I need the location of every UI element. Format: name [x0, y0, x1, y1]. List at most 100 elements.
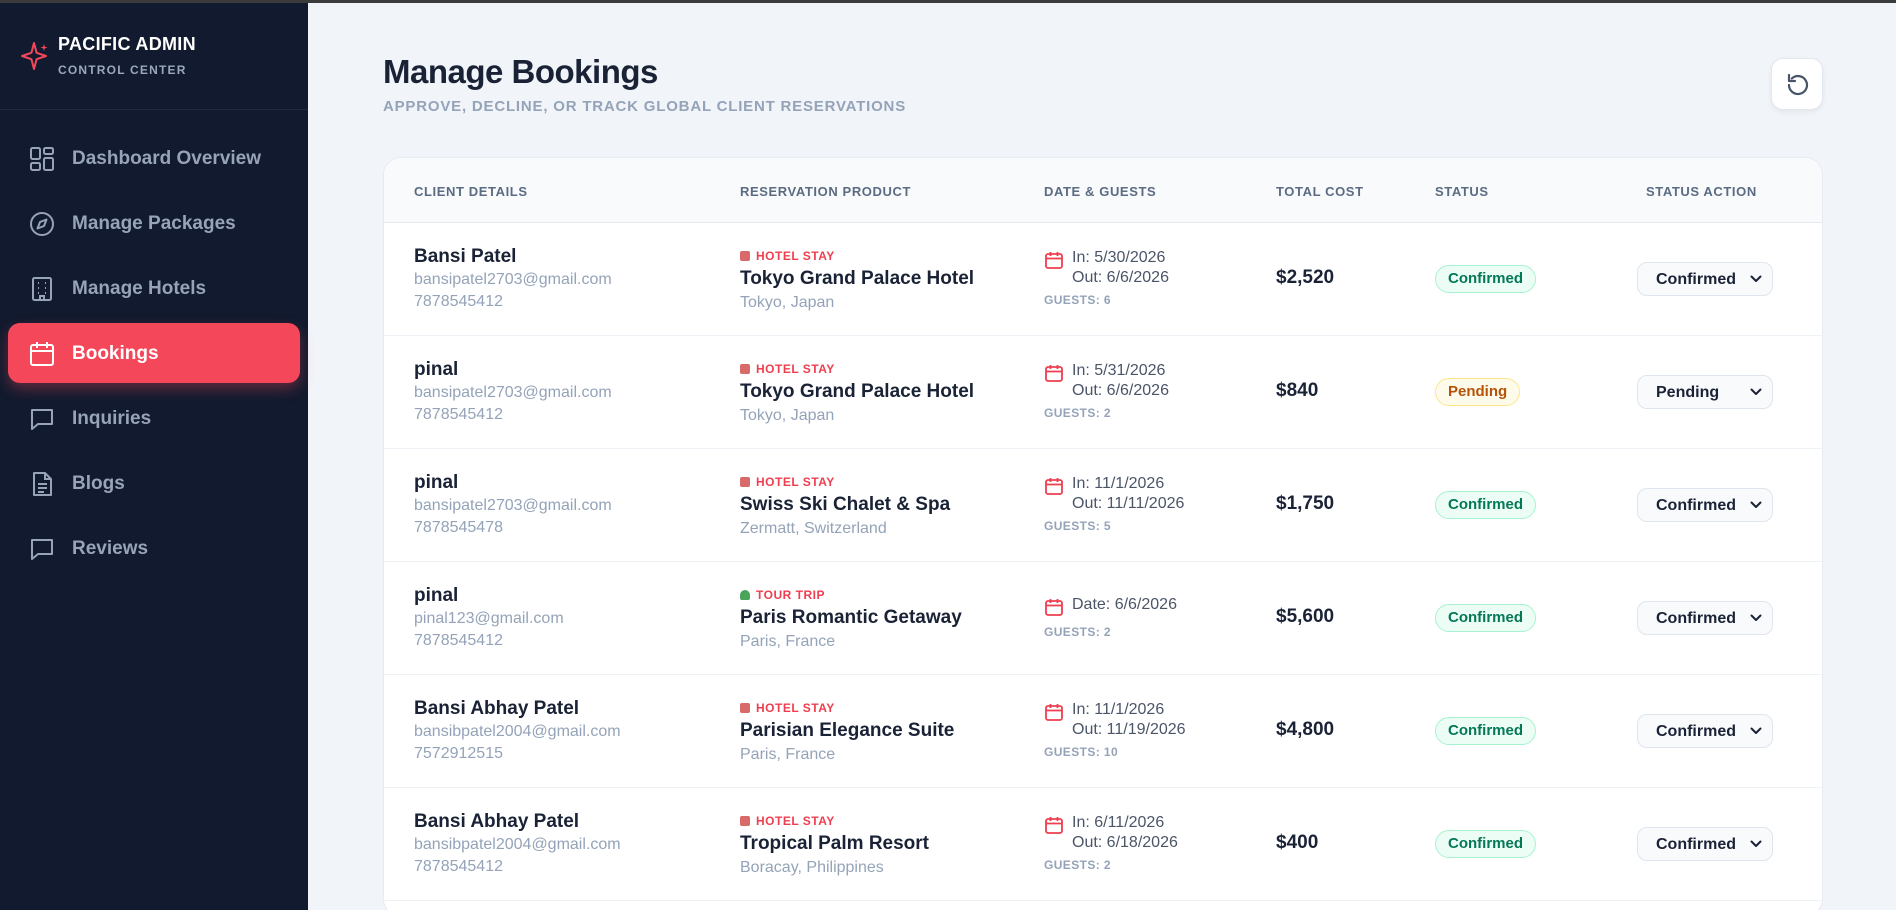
product-type-label: HOTEL STAY — [756, 701, 835, 715]
calendar-icon — [1044, 476, 1064, 496]
sparkle-icon — [21, 42, 48, 70]
building-icon — [32, 277, 52, 301]
dashboard-grid-icon — [30, 147, 54, 171]
product-type-label: HOTEL STAY — [756, 475, 835, 489]
table-row: Bansi Abhay Patel bansibpatel2004@gmail.c… — [384, 788, 1822, 901]
product-location: Tokyo, Japan — [740, 407, 835, 424]
status-action-select[interactable]: Confirmed — [1637, 827, 1773, 861]
client-email: bansipatel2703@gmail.com — [414, 384, 612, 401]
refresh-button[interactable] — [1771, 58, 1823, 110]
product-name: Parisian Elegance Suite — [740, 720, 955, 741]
check-out-date: Out: 6/6/2026 — [1072, 382, 1169, 399]
check-in-date: In: 5/30/2026 — [1072, 249, 1166, 266]
column-header: RESERVATION PRODUCT — [740, 184, 912, 199]
check-out-date: Out: 6/18/2026 — [1072, 834, 1178, 851]
product-location: Boracay, Philippines — [740, 859, 884, 876]
status-action-select[interactable]: Pending — [1637, 375, 1773, 409]
status-action-value: Confirmed — [1656, 497, 1736, 514]
sidebar-item-label: Manage Packages — [72, 213, 236, 234]
sidebar-item-bookings[interactable]: Bookings — [8, 323, 300, 383]
status-badge: Confirmed — [1435, 830, 1536, 858]
total-cost: $4,800 — [1276, 719, 1335, 740]
check-out-date: Out: 11/11/2026 — [1072, 495, 1185, 512]
sidebar-item-label: Dashboard Overview — [72, 148, 262, 169]
product-type: HOTEL STAY — [740, 814, 835, 828]
chat-bubble-icon — [31, 409, 53, 430]
palm-tree-icon — [740, 590, 750, 600]
status-action-value: Confirmed — [1656, 836, 1736, 853]
product-type: HOTEL STAY — [740, 475, 835, 489]
status-action-value: Confirmed — [1656, 271, 1736, 288]
client-email: bansipatel2703@gmail.com — [414, 497, 612, 514]
product-name: Paris Romantic Getaway — [740, 607, 962, 628]
product-type-label: HOTEL STAY — [756, 814, 835, 828]
table-row: Bansi Patel bansipatel2703@gmail.com 78785… — [384, 223, 1822, 336]
product-location: Tokyo, Japan — [740, 294, 835, 311]
check-out-date: Out: 11/19/2026 — [1072, 721, 1186, 738]
document-icon — [33, 472, 52, 496]
calendar-icon — [1044, 702, 1064, 722]
guest-count: GUESTS: 2 — [1044, 625, 1111, 639]
status-action-select[interactable]: Confirmed — [1637, 488, 1773, 522]
client-phone: 7878545412 — [414, 293, 503, 310]
status-badge: Confirmed — [1435, 604, 1536, 632]
status-action-select[interactable]: Confirmed — [1637, 601, 1773, 635]
sidebar-item-label: Inquiries — [72, 408, 152, 429]
product-location: Zermatt, Switzerland — [740, 520, 887, 537]
product-type: HOTEL STAY — [740, 362, 835, 376]
sidebar-item-label: Reviews — [72, 538, 149, 559]
sidebar: PACIFIC ADMIN CONTROL CENTER Dashboard O… — [0, 0, 308, 910]
check-in-date: In: 11/1/2026 — [1072, 701, 1165, 718]
client-email: bansibpatel2004@gmail.com — [414, 836, 621, 853]
sidebar-item-inquiries[interactable]: Inquiries — [8, 388, 300, 448]
product-name: Tokyo Grand Palace Hotel — [740, 381, 975, 402]
hotel-icon — [740, 816, 750, 826]
window-top-edge — [0, 0, 1896, 3]
client-phone: 7572912515 — [414, 745, 503, 762]
sidebar-item-manage-packages[interactable]: Manage Packages — [8, 193, 300, 253]
column-header: DATE & GUESTS — [1044, 184, 1157, 199]
check-in-date: In: 5/31/2026 — [1072, 362, 1166, 379]
status-action-value: Pending — [1656, 384, 1720, 401]
bookings-table: CLIENT DETAILS RESERVATION PRODUCT DATE … — [383, 157, 1823, 910]
total-cost: $1,750 — [1276, 493, 1335, 514]
hotel-icon — [740, 364, 750, 374]
table-header: CLIENT DETAILS RESERVATION PRODUCT DATE … — [384, 158, 1822, 223]
product-name: Tokyo Grand Palace Hotel — [740, 268, 975, 289]
brand-title: PACIFIC ADMIN — [58, 34, 196, 54]
sidebar-item-reviews[interactable]: Reviews — [8, 518, 300, 578]
guest-count: GUESTS: 10 — [1044, 745, 1119, 759]
status-action-select[interactable]: Confirmed — [1637, 714, 1773, 748]
hotel-icon — [740, 703, 750, 713]
product-location: Paris, France — [740, 746, 836, 763]
status-badge: Confirmed — [1435, 491, 1536, 519]
booking-date: Date: 6/6/2026 — [1072, 596, 1177, 613]
hotel-icon — [740, 251, 750, 261]
sidebar-nav: Dashboard Overview Manage Packages Manag… — [0, 128, 308, 583]
guest-count: GUESTS: 5 — [1044, 519, 1111, 533]
status-badge: Confirmed — [1435, 717, 1536, 745]
sidebar-item-dashboard-overview[interactable]: Dashboard Overview — [8, 128, 300, 188]
column-header: STATUS ACTION — [1646, 184, 1757, 199]
check-in-date: In: 6/11/2026 — [1072, 814, 1165, 831]
total-cost: $840 — [1276, 380, 1319, 401]
product-type-label: HOTEL STAY — [756, 249, 835, 263]
client-name: pinal — [414, 472, 459, 493]
compass-icon — [30, 212, 54, 236]
calendar-icon — [1044, 363, 1064, 383]
product-type-label: HOTEL STAY — [756, 362, 835, 376]
client-email: pinal123@gmail.com — [414, 610, 564, 627]
calendar-icon — [1044, 597, 1064, 617]
sidebar-item-manage-hotels[interactable]: Manage Hotels — [8, 258, 300, 318]
product-name: Swiss Ski Chalet & Spa — [740, 494, 951, 515]
page-title: Manage Bookings — [383, 53, 658, 90]
client-phone: 7878545412 — [414, 858, 503, 875]
product-type-label: TOUR TRIP — [756, 588, 825, 602]
table-row: pinal pinal123@gmail.com 7878545412 TOUR TR… — [384, 562, 1822, 675]
chat-bubble-icon — [31, 539, 53, 560]
status-action-select[interactable]: Confirmed — [1637, 262, 1773, 296]
client-email: bansipatel2703@gmail.com — [414, 271, 612, 288]
sidebar-item-blogs[interactable]: Blogs — [8, 453, 300, 513]
column-header: STATUS — [1435, 184, 1489, 199]
page-subtitle: APPROVE, DECLINE, OR TRACK GLOBAL CLIENT… — [383, 98, 906, 115]
